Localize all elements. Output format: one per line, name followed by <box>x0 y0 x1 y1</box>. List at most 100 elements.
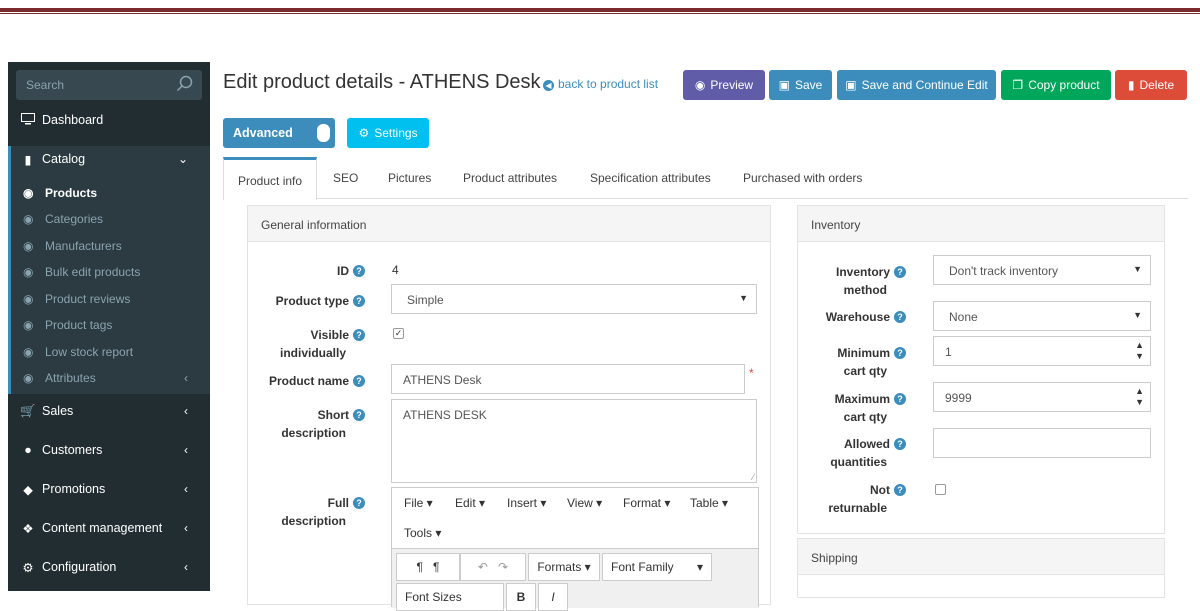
paragraph-direction-button[interactable]: ¶ ¶ <box>396 553 460 581</box>
floppy-icon: ▣ <box>778 78 790 92</box>
back-to-list-link[interactable]: ◀ back to product list <box>543 77 658 91</box>
trash-icon: ▮ <box>1127 78 1135 92</box>
chevron-left-icon: ‹ <box>184 482 188 496</box>
sidebar-catalog-section: ▮ Catalog ⌄ ◉ Products ◉ Categories ◉ Manuf… <box>8 146 210 394</box>
cubes-icon: ❖ <box>22 522 34 536</box>
search-input[interactable]: Search <box>16 70 202 100</box>
circle-icon: ◉ <box>23 345 34 359</box>
editor-menu-table[interactable]: Table ▾ <box>690 496 728 510</box>
panel-header: Inventory <box>798 206 1164 242</box>
circle-icon: ◉ <box>23 186 34 200</box>
full-description-label: Full? description <box>248 494 365 530</box>
italic-button[interactable]: I <box>538 583 568 611</box>
help-icon: ? <box>894 438 906 450</box>
tab-specification-attributes[interactable]: Specification attributes <box>590 171 711 185</box>
delete-button[interactable]: ▮ Delete <box>1115 70 1187 100</box>
copy-icon: ❐ <box>1012 78 1024 92</box>
settings-button[interactable]: ⚙ Settings <box>347 118 429 148</box>
product-type-select[interactable]: Simple ▼ <box>391 284 757 314</box>
tab-purchased-with-orders[interactable]: Purchased with orders <box>743 171 862 185</box>
toggle-knob <box>317 124 330 142</box>
search-icon[interactable] <box>176 75 194 93</box>
help-icon: ? <box>894 393 906 405</box>
save-continue-button[interactable]: ▣ Save and Continue Edit <box>837 70 996 100</box>
not-returnable-label: Not? returnable <box>798 481 906 517</box>
chevron-down-icon: ⌄ <box>177 152 188 166</box>
editor-menu-file[interactable]: File ▾ <box>404 496 433 510</box>
resize-handle-icon: ∕ <box>752 472 754 482</box>
chevron-left-icon: ‹ <box>184 521 188 535</box>
editor-menu-insert[interactable]: Insert ▾ <box>507 496 546 510</box>
inventory-panel: Inventory Inventory? method Don't track i… <box>797 205 1165 534</box>
shipping-panel: Shipping <box>797 538 1165 598</box>
caret-down-icon: ▼ <box>1133 310 1142 320</box>
minimum-cart-qty-label: Minimum? cart qty <box>798 344 906 380</box>
editor-menu-format[interactable]: Format ▾ <box>623 496 670 510</box>
font-sizes-dropdown[interactable]: Font Sizes <box>396 583 504 611</box>
help-icon: ? <box>353 497 365 509</box>
floppy-icon: ▣ <box>845 78 857 92</box>
inventory-method-label: Inventory? method <box>798 263 906 299</box>
desktop-icon <box>20 113 36 128</box>
product-tabs: Product info SEO Pictures Product attrib… <box>223 157 1188 200</box>
sidebar-item-label: Catalog <box>42 152 86 166</box>
short-description-textarea[interactable]: ATHENS DESK ∕ <box>391 399 757 483</box>
help-icon: ? <box>353 295 365 307</box>
help-icon: ? <box>894 347 906 359</box>
advanced-mode-toggle[interactable]: Advanced <box>223 118 335 148</box>
sidebar: Search Dashboard ▮ Catalog ⌄ ◉ Products ◉… <box>8 62 210 591</box>
minimum-cart-qty-input[interactable]: 1 ▲ ▼ <box>933 336 1151 366</box>
save-button[interactable]: ▣ Save <box>769 70 832 100</box>
full-description-editor: File ▾ Edit ▾ Insert ▾ View ▾ Format ▾ T… <box>391 487 759 611</box>
inventory-method-select[interactable]: Don't track inventory ▼ <box>933 255 1151 285</box>
help-icon: ? <box>894 311 906 323</box>
spinner-icon: ▲ ▼ <box>1135 340 1144 361</box>
preview-button[interactable]: ◉ Preview <box>683 70 765 100</box>
gears-icon: ⚙ <box>22 561 34 575</box>
cart-icon: 🛒 <box>20 404 36 418</box>
visible-individually-label: Visible? individually <box>248 326 365 362</box>
help-icon: ? <box>353 329 365 341</box>
circle-icon: ◉ <box>23 212 34 226</box>
bold-button[interactable]: B <box>506 583 536 611</box>
help-icon: ? <box>894 266 906 278</box>
font-family-dropdown[interactable]: Font Family ▾ <box>602 553 712 581</box>
page-title: Edit product details - ATHENS Desk <box>223 71 541 93</box>
tab-seo[interactable]: SEO <box>333 171 358 185</box>
editor-menu-tools[interactable]: Tools ▾ <box>404 526 441 540</box>
panel-header: General information <box>248 206 770 242</box>
maximum-cart-qty-input[interactable]: 9999 ▲ ▼ <box>933 382 1151 412</box>
editor-menu-view[interactable]: View ▾ <box>567 496 602 510</box>
rtl-icon: ¶ <box>433 560 440 574</box>
arrow-circle-left-icon: ◀ <box>543 80 554 91</box>
circle-icon: ◉ <box>23 292 34 306</box>
chevron-left-icon: ‹ <box>184 371 188 385</box>
undo-redo-button[interactable]: ↶ ↷ <box>460 553 526 581</box>
tab-product-info[interactable]: Product info <box>223 157 318 200</box>
copy-product-button[interactable]: ❐ Copy product <box>1001 70 1111 100</box>
not-returnable-checkbox[interactable] <box>935 484 946 495</box>
allowed-quantities-input[interactable] <box>933 428 1151 458</box>
required-marker: * <box>749 366 754 380</box>
warehouse-select[interactable]: None ▼ <box>933 301 1151 331</box>
main-content: Edit product details - ATHENS Desk ◀ back… <box>210 62 1200 611</box>
allowed-quantities-label: Allowed? quantities <box>798 435 906 471</box>
tab-product-attributes[interactable]: Product attributes <box>463 171 557 185</box>
circle-icon: ◉ <box>23 318 34 332</box>
top-border <box>0 0 1200 16</box>
help-icon: ? <box>353 375 365 387</box>
help-icon: ? <box>894 484 906 496</box>
warehouse-label: Warehouse? <box>798 308 906 326</box>
product-type-label: Product type? <box>248 292 365 310</box>
editor-menu-edit[interactable]: Edit ▾ <box>455 496 485 510</box>
ltr-icon: ¶ <box>416 560 423 574</box>
formats-dropdown[interactable]: Formats ▾ <box>528 553 600 581</box>
maximum-cart-qty-label: Maximum? cart qty <box>798 390 906 426</box>
caret-down-icon: ▼ <box>1133 264 1142 274</box>
visible-individually-checkbox[interactable]: ✓ <box>393 328 404 339</box>
circle-icon: ◉ <box>23 265 34 279</box>
product-name-input[interactable]: ATHENS Desk <box>391 364 745 394</box>
id-label: ID? <box>248 262 365 280</box>
gear-icon: ⚙ <box>358 126 370 140</box>
tab-pictures[interactable]: Pictures <box>388 171 431 185</box>
